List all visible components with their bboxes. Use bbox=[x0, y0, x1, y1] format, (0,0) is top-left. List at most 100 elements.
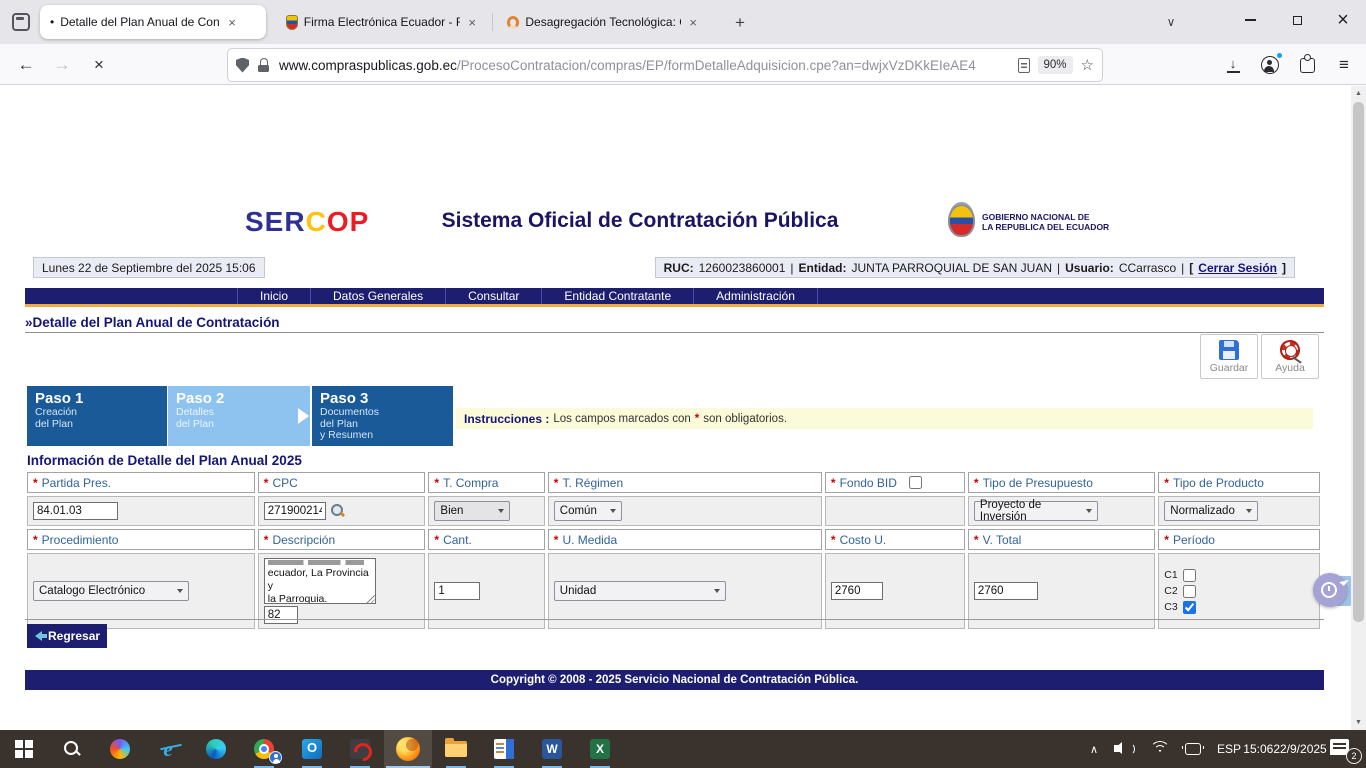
url-text[interactable]: www.compraspublicas.gob.ec/ProcesoContra… bbox=[279, 58, 1010, 73]
v-total-input[interactable] bbox=[974, 582, 1038, 600]
floating-timer-widget[interactable] bbox=[1313, 573, 1349, 609]
ecuador-shield-favicon bbox=[286, 15, 298, 30]
tipo-producto-select[interactable]: Normalizado bbox=[1164, 501, 1258, 521]
window-close-button[interactable] bbox=[1320, 0, 1366, 40]
cell-t-regimen: Común bbox=[548, 496, 822, 526]
menu-item-administracion[interactable]: Administración bbox=[693, 288, 818, 304]
taskbar-acrobat[interactable] bbox=[336, 730, 384, 768]
u-medida-select[interactable]: Unidad bbox=[554, 581, 726, 601]
tab-desagregacion[interactable]: Desagregación Tecnológica: Cál × bbox=[497, 5, 709, 39]
c2-checkbox[interactable] bbox=[1183, 585, 1196, 598]
descripcion-textarea[interactable]: ecuador, La Provincia y la Parroquia. bbox=[264, 558, 376, 604]
header-descripcion: *Descripción bbox=[258, 529, 426, 550]
taskbar-search-button[interactable] bbox=[48, 730, 96, 768]
ayuda-button[interactable]: Ayuda bbox=[1261, 334, 1319, 379]
header-cpc: *CPC bbox=[258, 472, 426, 493]
tab-close-icon[interactable]: × bbox=[466, 15, 478, 30]
gauge-favicon bbox=[507, 16, 519, 29]
cell-u-medida: Unidad bbox=[548, 553, 822, 629]
lock-icon[interactable] bbox=[258, 57, 270, 73]
word-icon: W bbox=[542, 739, 562, 759]
menu-item-inicio[interactable]: Inicio bbox=[237, 288, 310, 304]
taskbar-word[interactable]: W bbox=[528, 730, 576, 768]
partida-pres-input[interactable] bbox=[33, 502, 118, 520]
taskbar-office-document[interactable] bbox=[480, 730, 528, 768]
firefox-view-icon[interactable] bbox=[12, 13, 30, 31]
tab-close-icon[interactable]: × bbox=[687, 15, 699, 30]
tracking-shield-icon[interactable] bbox=[236, 58, 249, 73]
fondo-bid-checkbox[interactable] bbox=[909, 476, 922, 489]
taskbar-copilot[interactable] bbox=[96, 730, 144, 768]
stop-button[interactable]: × bbox=[85, 51, 113, 79]
extensions-button[interactable] bbox=[1292, 50, 1322, 80]
guardar-label: Guardar bbox=[1210, 362, 1249, 374]
guardar-button[interactable]: Guardar bbox=[1200, 334, 1258, 379]
scrollbar-thumb[interactable] bbox=[1353, 102, 1364, 622]
window-restore-button[interactable] bbox=[1274, 0, 1320, 40]
reader-view-icon[interactable] bbox=[1018, 58, 1030, 73]
start-button[interactable] bbox=[0, 730, 48, 768]
procedimiento-select[interactable]: Catalogo Electrónico bbox=[33, 581, 189, 601]
back-button[interactable]: ← bbox=[12, 51, 40, 79]
cell-t-compra: Bien bbox=[428, 496, 544, 526]
menu-item-datos-generales[interactable]: Datos Generales bbox=[310, 288, 445, 304]
tray-chevron-icon[interactable]: ∧ bbox=[1080, 730, 1108, 768]
cerrar-sesion-link[interactable]: Cerrar Sesión bbox=[1198, 261, 1277, 275]
separator: | bbox=[1181, 261, 1184, 275]
clock-date[interactable]: 15:06 22/9/2025 bbox=[1250, 730, 1320, 768]
tab-list-chevron-icon[interactable]: ∨ bbox=[1158, 10, 1184, 36]
tab-firma-electronica[interactable]: Firma Electrónica Ecuador - Firm × bbox=[276, 5, 488, 39]
taskbar-outlook[interactable] bbox=[288, 730, 336, 768]
menu-item-consultar[interactable]: Consultar bbox=[445, 288, 541, 304]
bookmark-star-icon[interactable]: ☆ bbox=[1081, 56, 1094, 74]
c3-checkbox[interactable] bbox=[1183, 601, 1196, 614]
costo-u-input[interactable] bbox=[831, 582, 883, 600]
government-caption: GOBIERNO NACIONAL DE LA REPUBLICA DEL EC… bbox=[982, 212, 1109, 232]
taskbar-chrome[interactable] bbox=[240, 730, 288, 768]
window-minimize-button[interactable] bbox=[1227, 0, 1273, 40]
c1-checkbox[interactable] bbox=[1183, 569, 1196, 582]
cell-costo-u bbox=[825, 553, 965, 629]
taskbar-firefox-active[interactable] bbox=[384, 730, 432, 768]
vertical-scrollbar[interactable]: ▲ ▼ bbox=[1351, 86, 1366, 730]
step-paso3: Paso 3 Documentos del Plan y Resumen bbox=[312, 386, 453, 446]
edge-icon bbox=[206, 739, 226, 759]
regresar-button[interactable]: Regresar bbox=[27, 624, 107, 648]
ruc-value: 1260023860001 bbox=[699, 261, 786, 275]
forward-button[interactable]: → bbox=[48, 51, 76, 79]
tab-separator bbox=[492, 13, 493, 31]
notification-center-button[interactable]: 2 bbox=[1320, 730, 1366, 768]
regresar-label: Regresar bbox=[48, 629, 100, 643]
scroll-down-arrow[interactable]: ▼ bbox=[1351, 715, 1366, 730]
tab-title: Firma Electrónica Ecuador - Firm bbox=[304, 15, 461, 29]
menu-button[interactable]: ≡ bbox=[1329, 50, 1359, 80]
account-button[interactable] bbox=[1255, 50, 1285, 80]
menu-item-entidad-contratante[interactable]: Entidad Contratante bbox=[541, 288, 693, 304]
cpc-input[interactable] bbox=[264, 502, 326, 520]
tab-detalle-plan[interactable]: • Detalle del Plan Anual de Contr × bbox=[40, 5, 266, 39]
url-bar[interactable]: www.compraspublicas.gob.ec/ProcesoContra… bbox=[228, 49, 1102, 81]
cast-icon[interactable] bbox=[1178, 730, 1208, 768]
wifi-icon[interactable] bbox=[1142, 730, 1178, 768]
downloads-button[interactable]: ↓ bbox=[1218, 50, 1248, 80]
t-regimen-select[interactable]: Común bbox=[554, 501, 622, 521]
t-compra-select[interactable]: Bien bbox=[434, 501, 510, 521]
tab-close-icon[interactable]: × bbox=[226, 15, 238, 30]
taskbar-edge[interactable] bbox=[192, 730, 240, 768]
tipo-presupuesto-select[interactable]: Proyecto de Inversión bbox=[974, 501, 1098, 521]
zoom-level-badge[interactable]: 90% bbox=[1038, 56, 1073, 74]
scroll-up-arrow[interactable]: ▲ bbox=[1351, 86, 1366, 101]
cpc-search-icon[interactable] bbox=[331, 504, 345, 518]
new-tab-button[interactable]: + bbox=[727, 10, 753, 36]
cant-input[interactable] bbox=[434, 582, 480, 600]
descripcion-extra-input[interactable] bbox=[264, 606, 298, 624]
header-periodo: *Período bbox=[1158, 529, 1320, 550]
volume-icon[interactable] bbox=[1108, 730, 1142, 768]
ruc-label: RUC: bbox=[664, 261, 694, 275]
taskbar-file-explorer[interactable] bbox=[432, 730, 480, 768]
taskbar-internet-explorer[interactable]: e bbox=[144, 730, 192, 768]
page-title-divider bbox=[25, 332, 1324, 333]
gov-line2: LA REPUBLICA DEL ECUADOR bbox=[982, 222, 1109, 232]
taskbar-excel[interactable]: X bbox=[576, 730, 624, 768]
tab-title: Detalle del Plan Anual de Contr bbox=[60, 15, 220, 29]
